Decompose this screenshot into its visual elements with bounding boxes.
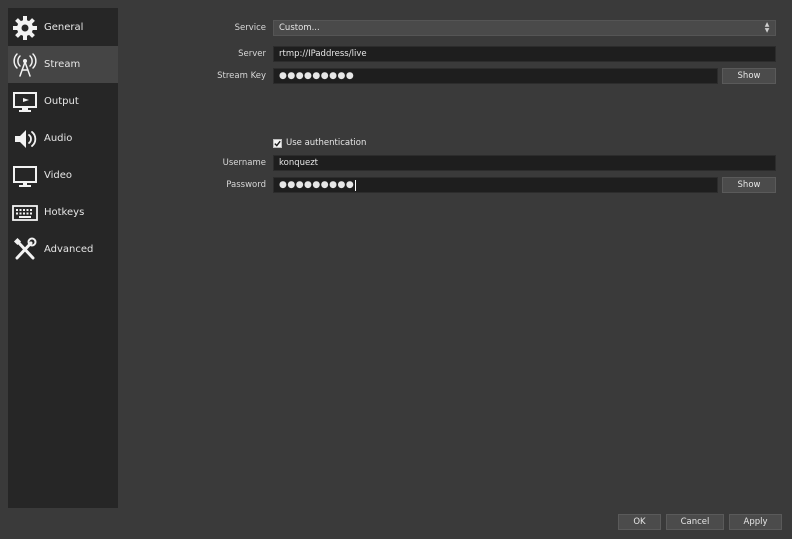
sidebar-item-label: Output bbox=[44, 96, 79, 107]
password-input[interactable]: ●●●●●●●●● bbox=[273, 177, 718, 193]
settings-window: General Stream Output Audio Video Hotkey… bbox=[0, 0, 792, 539]
use-authentication-checkbox[interactable] bbox=[273, 139, 282, 148]
sidebar-item-hotkeys[interactable]: Hotkeys bbox=[8, 194, 118, 231]
service-label: Service bbox=[234, 23, 266, 33]
server-input[interactable]: rtmp://IPaddress/live bbox=[273, 46, 776, 62]
sidebar-item-audio[interactable]: Audio bbox=[8, 120, 118, 157]
sidebar-item-video[interactable]: Video bbox=[8, 157, 118, 194]
service-value: Custom... bbox=[279, 23, 320, 33]
tools-icon bbox=[11, 236, 39, 264]
sidebar-item-label: Hotkeys bbox=[44, 207, 85, 218]
ok-button[interactable]: OK bbox=[618, 514, 661, 530]
use-authentication-label: Use authentication bbox=[286, 138, 367, 148]
sidebar-item-label: Audio bbox=[44, 133, 73, 144]
server-label: Server bbox=[238, 49, 266, 59]
stream-key-input[interactable]: ●●●●●●●●● bbox=[273, 68, 718, 84]
sidebar-item-general[interactable]: General bbox=[8, 9, 118, 46]
text-cursor bbox=[355, 179, 357, 191]
checkmark-icon bbox=[274, 140, 281, 147]
updown-arrows-icon: ▲ ▼ bbox=[764, 21, 770, 34]
speaker-icon bbox=[11, 125, 39, 153]
username-input[interactable]: konquezt bbox=[273, 155, 776, 171]
keyboard-icon bbox=[11, 199, 39, 227]
password-label: Password bbox=[226, 180, 266, 190]
server-value: rtmp://IPaddress/live bbox=[279, 49, 367, 59]
sidebar-item-label: Advanced bbox=[44, 244, 94, 255]
antenna-icon bbox=[11, 51, 39, 79]
stream-key-value: ●●●●●●●●● bbox=[279, 71, 355, 81]
sidebar-item-label: Video bbox=[44, 170, 73, 181]
username-label: Username bbox=[222, 158, 266, 168]
cancel-button[interactable]: Cancel bbox=[666, 514, 724, 530]
service-select[interactable]: Custom... ▲ ▼ bbox=[273, 20, 776, 36]
monitor-output-icon bbox=[11, 88, 39, 116]
sidebar-item-output[interactable]: Output bbox=[8, 83, 118, 120]
username-value: konquezt bbox=[279, 158, 319, 168]
password-value: ●●●●●●●●● bbox=[279, 180, 355, 190]
sidebar-item-advanced[interactable]: Advanced bbox=[8, 231, 118, 268]
sidebar-item-stream[interactable]: Stream bbox=[8, 46, 118, 83]
sidebar-item-label: Stream bbox=[44, 59, 81, 70]
sidebar-item-label: General bbox=[44, 22, 84, 33]
password-show-button[interactable]: Show bbox=[722, 177, 776, 193]
gear-icon bbox=[11, 14, 39, 42]
monitor-icon bbox=[11, 162, 39, 190]
apply-button[interactable]: Apply bbox=[729, 514, 782, 530]
stream-key-show-button[interactable]: Show bbox=[722, 68, 776, 84]
stream-key-label: Stream Key bbox=[217, 71, 266, 81]
settings-sidebar: General Stream Output Audio Video Hotkey… bbox=[8, 8, 118, 508]
